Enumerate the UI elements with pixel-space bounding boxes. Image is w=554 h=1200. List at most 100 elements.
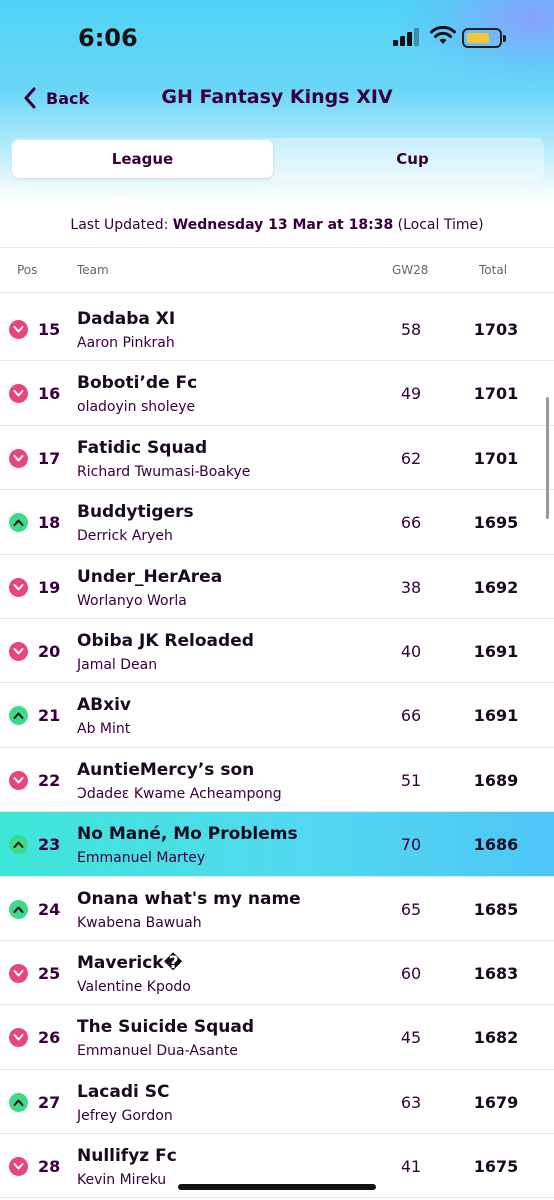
row-total-points: 1701 [473, 384, 519, 404]
last-updated-suffix: (Local Time) [397, 217, 484, 233]
table-row[interactable]: 27 Lacadi SC Jefrey Gordon 63 1679 [0, 1070, 554, 1135]
row-manager-name: Emmanuel Dua-Asante [77, 1043, 238, 1060]
battery-icon [462, 28, 506, 48]
row-team-name: Obiba JK Reloaded [77, 630, 254, 651]
row-gameweek-points: 41 [400, 1157, 422, 1177]
row-team-name: Under_HerArea [77, 566, 223, 587]
rank-down-icon [9, 641, 28, 661]
table-row[interactable]: 19 Under_HerArea Worlanyo Worla 38 1692 [0, 555, 554, 619]
rank-up-icon [9, 706, 28, 726]
row-position: 19 [38, 577, 61, 597]
row-position: 26 [38, 1028, 61, 1048]
rank-down-icon [9, 448, 28, 468]
row-total-points: 1675 [473, 1157, 519, 1177]
scrollbar[interactable] [546, 397, 549, 519]
cellular-signal-icon [393, 28, 419, 46]
row-manager-name: Valentine Kpodo [77, 978, 191, 995]
rank-down-icon [9, 1028, 28, 1048]
rank-up-icon [9, 899, 28, 919]
row-team-name: Fatidic Squad [77, 437, 208, 458]
row-position: 20 [38, 641, 61, 661]
last-updated-prefix: Last Updated: [70, 217, 169, 233]
column-gw: GW28 [392, 263, 429, 277]
row-position: 24 [38, 899, 61, 919]
table-row[interactable]: 15 Dadaba XI Aaron Pinkrah 58 1703 [0, 297, 554, 362]
row-gameweek-points: 60 [400, 963, 422, 983]
row-total-points: 1695 [473, 513, 519, 533]
league-cup-toggle: League Cup [10, 138, 544, 180]
home-indicator[interactable] [178, 1184, 376, 1190]
row-gameweek-points: 65 [400, 899, 422, 919]
rank-down-icon [9, 384, 28, 404]
row-manager-name: Kevin Mireku [77, 1172, 167, 1189]
row-gameweek-points: 58 [400, 320, 422, 339]
rank-up-icon [9, 1092, 28, 1112]
rank-down-icon [9, 770, 28, 790]
table-row[interactable]: 23 No Mané, Mo Problems Emmanuel Martey 70 1… [0, 812, 554, 877]
row-team-name: No Mané, Mo Problems [77, 824, 298, 845]
row-team-name: Nullifyz Fc [77, 1146, 177, 1167]
table-header: Pos Team GW28 Total [0, 247, 554, 293]
row-position: 25 [38, 963, 61, 983]
row-total-points: 1682 [473, 1028, 519, 1048]
row-manager-name: Ɔdadeɛ Kwame Acheampong [77, 785, 282, 802]
row-position: 28 [38, 1157, 61, 1177]
row-gameweek-points: 40 [400, 641, 422, 661]
row-team-name: Buddytigers [77, 502, 194, 523]
rank-down-icon [9, 1157, 28, 1177]
row-team-name: AuntieMercy’s son [77, 759, 255, 780]
tab-league[interactable]: League [12, 140, 273, 178]
row-gameweek-points: 66 [400, 706, 422, 726]
row-gameweek-points: 62 [400, 448, 422, 468]
column-total: Total [479, 263, 508, 277]
row-position: 18 [38, 513, 61, 533]
table-row[interactable]: 17 Fatidic Squad Richard Twumasi-Boakye 62 1… [0, 426, 554, 491]
rank-down-icon [9, 963, 28, 983]
row-team-name: Dadaba XI [77, 309, 176, 329]
page-title: GH Fantasy Kings XIV [161, 86, 393, 108]
row-gameweek-points: 38 [400, 577, 422, 597]
table-row[interactable]: 18 Buddytigers Derrick Aryeh 66 1695 [0, 490, 554, 555]
tab-cup[interactable]: Cup [282, 140, 543, 178]
row-manager-name: Aaron Pinkrah [77, 335, 175, 351]
row-gameweek-points: 49 [400, 384, 422, 404]
table-row[interactable]: 20 Obiba JK Reloaded Jamal Dean 40 1691 [0, 619, 554, 684]
row-manager-name: Jefrey Gordon [77, 1107, 173, 1124]
row-team-name: Onana what's my name [77, 888, 301, 909]
row-team-name: The Suicide Squad [77, 1017, 254, 1038]
row-gameweek-points: 45 [400, 1028, 422, 1048]
row-team-name: Boboti’de Fc [77, 373, 198, 394]
column-pos: Pos [17, 263, 38, 277]
row-position: 16 [38, 384, 61, 404]
row-manager-name: Kwabena Bawuah [77, 914, 202, 931]
row-total-points: 1701 [473, 448, 519, 468]
row-manager-name: Jamal Dean [77, 656, 158, 673]
table-row[interactable]: 21 ABxiv Ab Mint 66 1691 [0, 683, 554, 748]
table-row[interactable]: 22 AuntieMercy’s son Ɔdadeɛ Kwame Acheampo… [0, 748, 554, 813]
row-manager-name: oladoyin sholeye [77, 399, 196, 416]
row-gameweek-points: 66 [400, 513, 422, 533]
row-position: 21 [38, 706, 61, 726]
row-manager-name: Emmanuel Martey [77, 850, 206, 867]
row-position: 22 [38, 770, 61, 790]
table-row[interactable]: 25 Maverick� Valentine Kpodo 60 1683 [0, 941, 554, 1006]
row-manager-name: Ab Mint [77, 721, 131, 738]
row-team-name: Lacadi SC [77, 1081, 170, 1102]
status-time: 6:06 [78, 24, 138, 52]
row-team-name: ABxiv [77, 695, 131, 716]
rank-up-icon [9, 835, 28, 855]
table-row[interactable]: 16 Boboti’de Fc oladoyin sholeye 49 1701 [0, 361, 554, 426]
row-position: 27 [38, 1092, 61, 1112]
row-total-points: 1685 [473, 899, 519, 919]
rank-down-icon [9, 320, 28, 339]
table-row[interactable]: 26 The Suicide Squad Emmanuel Dua-Asante 45… [0, 1005, 554, 1070]
column-team: Team [77, 263, 109, 277]
row-manager-name: Derrick Aryeh [77, 528, 173, 545]
status-bar: 6:06 [0, 0, 554, 70]
rank-up-icon [9, 513, 28, 533]
row-manager-name: Worlanyo Worla [77, 592, 187, 609]
row-total-points: 1691 [473, 706, 519, 726]
last-updated: Last Updated: Wednesday 13 Mar at 18:38 … [0, 217, 554, 233]
table-row[interactable]: 24 Onana what's my name Kwabena Bawuah 65 16… [0, 877, 554, 941]
row-gameweek-points: 63 [400, 1092, 422, 1112]
